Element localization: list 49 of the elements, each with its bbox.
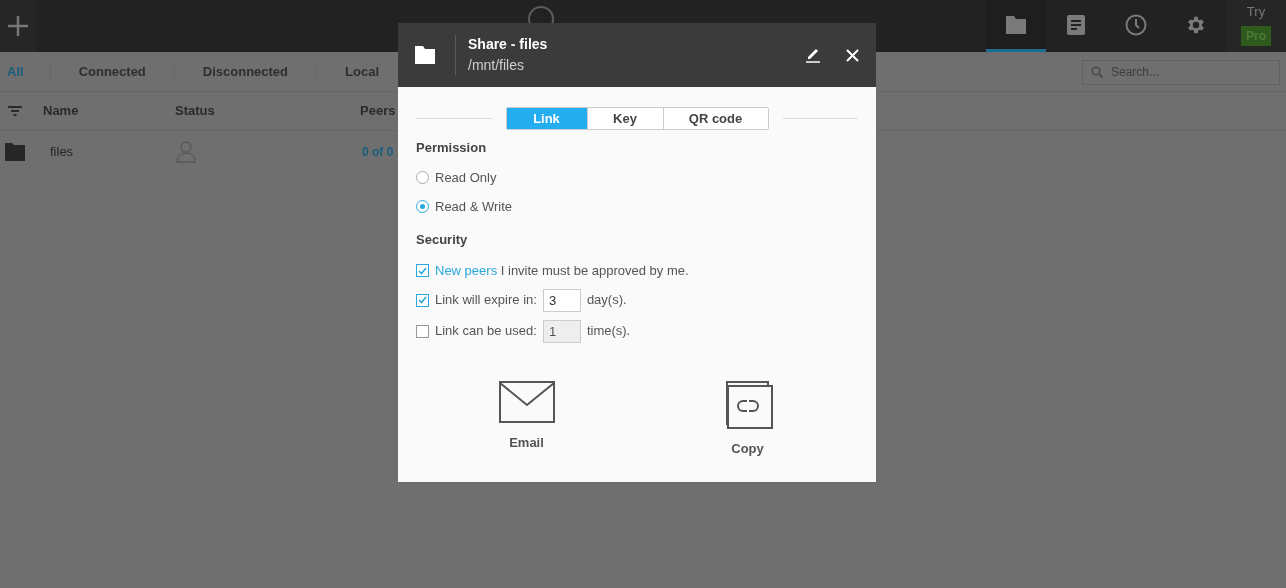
section-heading: Security	[416, 230, 469, 249]
new-peers-link[interactable]: New peers	[435, 263, 498, 278]
nav-tab[interactable]	[986, 0, 1046, 52]
clock-icon	[1125, 13, 1147, 36]
number-field[interactable]: 3	[542, 288, 581, 312]
checkbox[interactable]	[416, 324, 429, 338]
number-field[interactable]: 1	[542, 319, 581, 343]
checkbox[interactable]	[416, 293, 429, 307]
try-label: Try	[1246, 3, 1266, 21]
dialog-title: Share - files	[468, 35, 549, 54]
unit-label: day(s).	[586, 291, 627, 310]
option-label: Link will expire in:	[435, 291, 537, 310]
folder-name: files	[50, 143, 75, 162]
share-tab[interactable]: QR code	[662, 108, 768, 129]
filter-icon[interactable]	[8, 106, 22, 116]
close-button[interactable]	[846, 48, 859, 62]
envelope-icon	[498, 380, 555, 423]
radio-button[interactable]	[416, 170, 429, 184]
filter-tab[interactable]: Local	[317, 61, 407, 82]
folder-icon	[415, 46, 435, 64]
radio-button[interactable]	[416, 200, 429, 214]
checkbox[interactable]	[416, 264, 429, 278]
document-icon	[1067, 14, 1085, 35]
option-text: New peers I invite must be approved by me.	[435, 262, 689, 280]
pencil-icon	[806, 47, 820, 63]
dialog-subtitle: /mnt/files	[468, 56, 525, 75]
peers-count: 0 of 0	[362, 144, 394, 161]
share-tab[interactable]: Link	[506, 108, 587, 129]
plus-icon	[8, 16, 28, 36]
search-icon	[1091, 66, 1103, 78]
unit-label: time(s).	[586, 322, 631, 341]
add-button[interactable]	[0, 0, 36, 52]
filter-tab[interactable]: All	[0, 61, 50, 82]
folder-icon	[1006, 15, 1026, 34]
column-header: Peers	[360, 102, 396, 121]
share-action-button[interactable]: Email	[416, 380, 637, 458]
share-action-button[interactable]: Copy	[637, 380, 858, 458]
filter-tab[interactable]: Disconnected	[174, 61, 317, 82]
radio-label: Read & Write	[435, 198, 513, 216]
edit-button[interactable]	[806, 47, 820, 63]
folder-icon	[5, 143, 25, 161]
filter-tab[interactable]: Connected	[50, 61, 174, 82]
share-tab[interactable]: Key	[586, 108, 663, 129]
radio-label: Read Only	[435, 168, 497, 187]
column-header: Name	[43, 102, 80, 121]
close-icon	[846, 48, 859, 62]
section-heading: Permission	[416, 139, 488, 157]
option-label: Link can be used:	[435, 322, 537, 341]
column-header: Status	[175, 102, 216, 121]
